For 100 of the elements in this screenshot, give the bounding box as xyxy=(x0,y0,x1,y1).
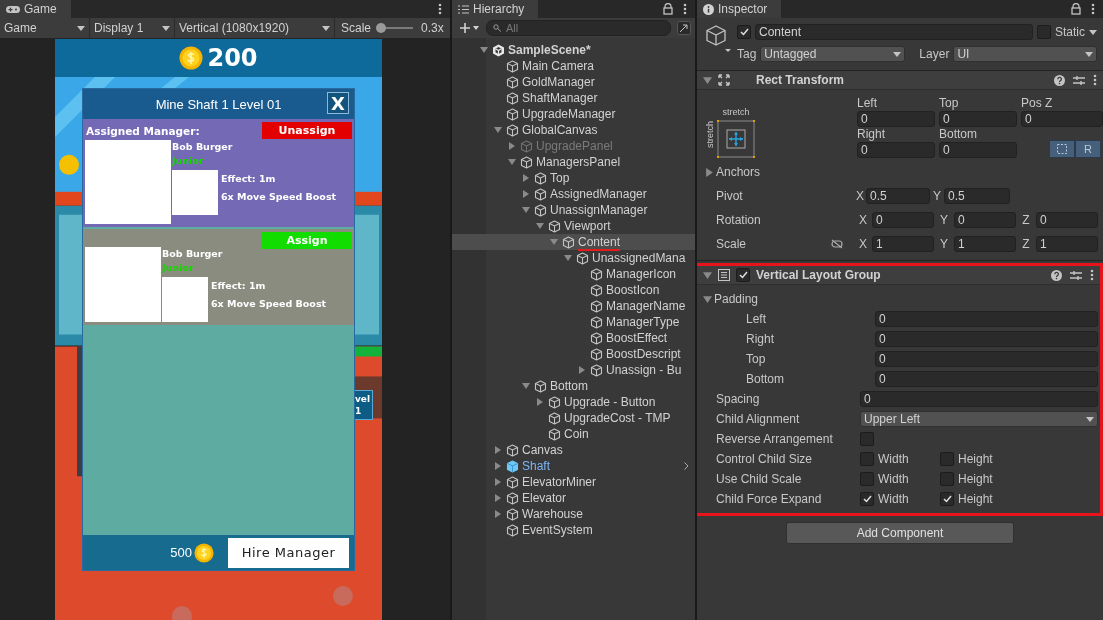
hierarchy-item[interactable]: Warehouse xyxy=(452,506,695,522)
padding-field[interactable]: 0 xyxy=(875,371,1098,387)
hierarchy-item[interactable]: UpgradeCost - TMP xyxy=(452,410,695,426)
position-field[interactable]: 0 xyxy=(1021,111,1103,127)
padding-foldout[interactable]: Padding xyxy=(714,292,759,306)
expand-window-icon[interactable] xyxy=(677,21,691,35)
checkbox[interactable] xyxy=(860,492,874,506)
position-field[interactable]: 0 xyxy=(939,142,1017,158)
more-icon[interactable] xyxy=(438,3,442,15)
collapsed-arrow-icon[interactable] xyxy=(494,494,502,502)
hierarchy-item[interactable]: ShaftManager xyxy=(452,90,695,106)
expanded-arrow-icon[interactable] xyxy=(480,46,488,54)
hierarchy-item[interactable]: Content xyxy=(452,234,695,250)
hierarchy-item[interactable]: Coin xyxy=(452,426,695,442)
hierarchy-item[interactable]: Bottom xyxy=(452,378,695,394)
view-dropdown[interactable]: Game xyxy=(0,18,90,38)
hierarchy-item[interactable]: UnassignManager xyxy=(452,202,695,218)
checkbox[interactable] xyxy=(860,452,874,466)
hierarchy-item[interactable]: GoldManager xyxy=(452,74,695,90)
hierarchy-tab[interactable]: Hierarchy xyxy=(452,0,539,18)
position-field[interactable]: 0 xyxy=(939,111,1017,127)
hierarchy-item[interactable]: GlobalCanvas xyxy=(452,122,695,138)
rotation-field[interactable]: 0 xyxy=(1036,212,1098,228)
lock-icon[interactable] xyxy=(663,3,673,15)
hierarchy-item[interactable]: Top xyxy=(452,170,695,186)
pivot-field[interactable]: 0.5 xyxy=(866,188,930,204)
hierarchy-item[interactable]: Main Camera xyxy=(452,58,695,74)
static-checkbox[interactable] xyxy=(1037,25,1051,39)
preset-icon[interactable] xyxy=(1070,269,1082,281)
collapsed-arrow-icon[interactable] xyxy=(494,510,502,518)
more-icon[interactable] xyxy=(1093,74,1097,86)
collapsed-arrow-icon[interactable] xyxy=(494,446,502,454)
hierarchy-item[interactable]: AssignedManager xyxy=(452,186,695,202)
more-icon[interactable] xyxy=(1090,269,1094,281)
expanded-arrow-icon[interactable] xyxy=(536,222,544,230)
hierarchy-item[interactable]: ElevatorMiner xyxy=(452,474,695,490)
add-icon[interactable] xyxy=(460,23,480,33)
chevron-icon[interactable] xyxy=(684,462,689,470)
anchor-preset-icon[interactable] xyxy=(717,120,755,158)
checkbox[interactable] xyxy=(860,432,874,446)
collapsed-arrow-icon[interactable] xyxy=(705,167,714,177)
hire-manager-button[interactable]: Hire Manager xyxy=(228,537,349,568)
collapsed-arrow-icon[interactable] xyxy=(536,398,544,406)
cube-icon[interactable] xyxy=(705,24,731,54)
scale-field[interactable]: 1 xyxy=(1036,236,1098,252)
padding-field[interactable]: 0 xyxy=(875,331,1098,347)
hierarchy-item[interactable]: Shaft xyxy=(452,458,695,474)
hierarchy-item[interactable]: EventSystem xyxy=(452,522,695,538)
expanded-arrow-icon[interactable] xyxy=(703,75,712,85)
tag-dropdown[interactable]: Untagged xyxy=(760,46,906,62)
collapsed-arrow-icon[interactable] xyxy=(578,366,586,374)
close-button[interactable]: X xyxy=(327,92,349,114)
raw-edit-button[interactable]: R xyxy=(1075,140,1101,158)
checkbox[interactable] xyxy=(940,472,954,486)
component-header[interactable]: Vertical Layout Group xyxy=(697,266,1100,285)
help-icon[interactable] xyxy=(1051,269,1062,281)
alignment-dropdown[interactable]: Upper Left xyxy=(860,411,1098,427)
more-icon[interactable] xyxy=(1091,3,1095,15)
expanded-arrow-icon[interactable] xyxy=(564,254,572,262)
collapsed-arrow-icon[interactable] xyxy=(494,478,502,486)
rotation-field[interactable]: 0 xyxy=(872,212,934,228)
hierarchy-item[interactable]: UnassignedMana xyxy=(452,250,695,266)
help-icon[interactable] xyxy=(1054,74,1065,86)
scale-field[interactable]: 1 xyxy=(954,236,1016,252)
padding-field[interactable]: 0 xyxy=(875,311,1098,327)
checkbox[interactable] xyxy=(940,452,954,466)
inspector-tab[interactable]: Inspector xyxy=(697,0,782,18)
active-checkbox[interactable] xyxy=(737,25,751,39)
expanded-arrow-icon[interactable] xyxy=(703,270,712,280)
collapsed-arrow-icon[interactable] xyxy=(494,462,502,470)
hierarchy-item[interactable]: ManagerIcon xyxy=(452,266,695,282)
scale-field[interactable]: 1 xyxy=(872,236,934,252)
blueprint-mode-button[interactable] xyxy=(1049,140,1075,158)
collapsed-arrow-icon[interactable] xyxy=(522,174,530,182)
hierarchy-item[interactable]: SampleScene* xyxy=(452,42,695,58)
more-icon[interactable] xyxy=(683,3,687,15)
expanded-arrow-icon[interactable] xyxy=(494,126,502,134)
unlinked-icon[interactable] xyxy=(830,239,844,249)
collapsed-arrow-icon[interactable] xyxy=(508,142,516,150)
expanded-arrow-icon[interactable] xyxy=(508,158,516,166)
object-name-field[interactable]: Content xyxy=(755,24,1033,40)
collapsed-arrow-icon[interactable] xyxy=(522,190,530,198)
hierarchy-item[interactable]: ManagerName xyxy=(452,298,695,314)
expanded-arrow-icon[interactable] xyxy=(522,206,530,214)
hierarchy-item[interactable]: UpgradeManager xyxy=(452,106,695,122)
hierarchy-item[interactable]: ManagerType xyxy=(452,314,695,330)
hierarchy-item[interactable]: ManagersPanel xyxy=(452,154,695,170)
expanded-arrow-icon[interactable] xyxy=(703,294,712,304)
hierarchy-item[interactable]: Upgrade - Button xyxy=(452,394,695,410)
hierarchy-item[interactable]: Unassign - Bu xyxy=(452,362,695,378)
layer-dropdown[interactable]: UI xyxy=(953,46,1097,62)
spacing-field[interactable]: 0 xyxy=(860,391,1098,407)
enabled-checkbox[interactable] xyxy=(736,268,750,282)
hierarchy-item[interactable]: Canvas xyxy=(452,442,695,458)
rotation-field[interactable]: 0 xyxy=(954,212,1016,228)
pivot-field[interactable]: 0.5 xyxy=(944,188,1010,204)
expanded-arrow-icon[interactable] xyxy=(550,238,558,246)
unassign-button[interactable]: Unassign xyxy=(262,122,352,139)
hierarchy-item[interactable]: BoostDescript xyxy=(452,346,695,362)
hierarchy-item[interactable]: Viewport xyxy=(452,218,695,234)
